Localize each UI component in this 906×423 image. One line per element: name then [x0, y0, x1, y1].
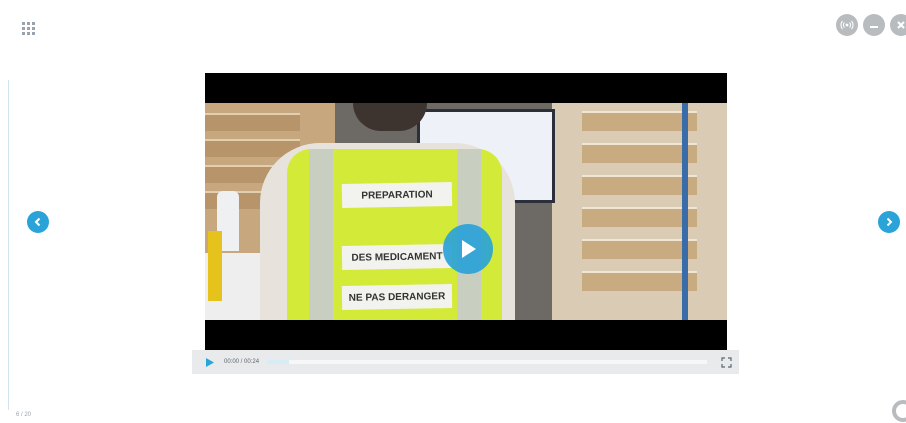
fullscreen-button[interactable]: [716, 352, 736, 372]
progress-fill: [267, 360, 290, 364]
loading-ring-icon: [892, 400, 906, 422]
video-frame[interactable]: PREPARATION DES MEDICAMENT NE PAS DERANG…: [205, 73, 727, 350]
play-button[interactable]: [198, 350, 222, 374]
play-icon: [462, 240, 476, 258]
play-icon: [206, 357, 214, 367]
time-display: 00:00 / 00:24: [224, 359, 260, 365]
next-slide-button[interactable]: [878, 211, 900, 233]
vest-label: NE PAS DERANGER: [341, 284, 453, 310]
fullscreen-icon: [720, 356, 732, 368]
minus-icon: [870, 26, 878, 28]
chevron-left-icon: [34, 217, 41, 227]
minimize-button[interactable]: [863, 14, 885, 36]
progress-bar[interactable]: [267, 360, 708, 364]
chevron-right-icon: [886, 217, 893, 227]
vest-label: DES MEDICAMENT: [341, 244, 453, 270]
left-divider: [8, 80, 9, 410]
page-counter: 6 / 20: [16, 412, 32, 418]
close-button[interactable]: [890, 14, 906, 36]
broadcast-button[interactable]: [836, 14, 858, 36]
vest-label: PREPARATION: [341, 182, 453, 208]
grid-icon[interactable]: [22, 22, 35, 35]
previous-slide-button[interactable]: [27, 211, 49, 233]
video-control-bar: 00:00 / 00:24: [192, 350, 739, 374]
window-controls: [836, 14, 906, 36]
video-thumbnail: PREPARATION DES MEDICAMENT NE PAS DERANG…: [205, 103, 727, 320]
close-icon: [897, 21, 905, 29]
broadcast-icon: [840, 20, 854, 30]
big-play-button[interactable]: [443, 224, 493, 274]
